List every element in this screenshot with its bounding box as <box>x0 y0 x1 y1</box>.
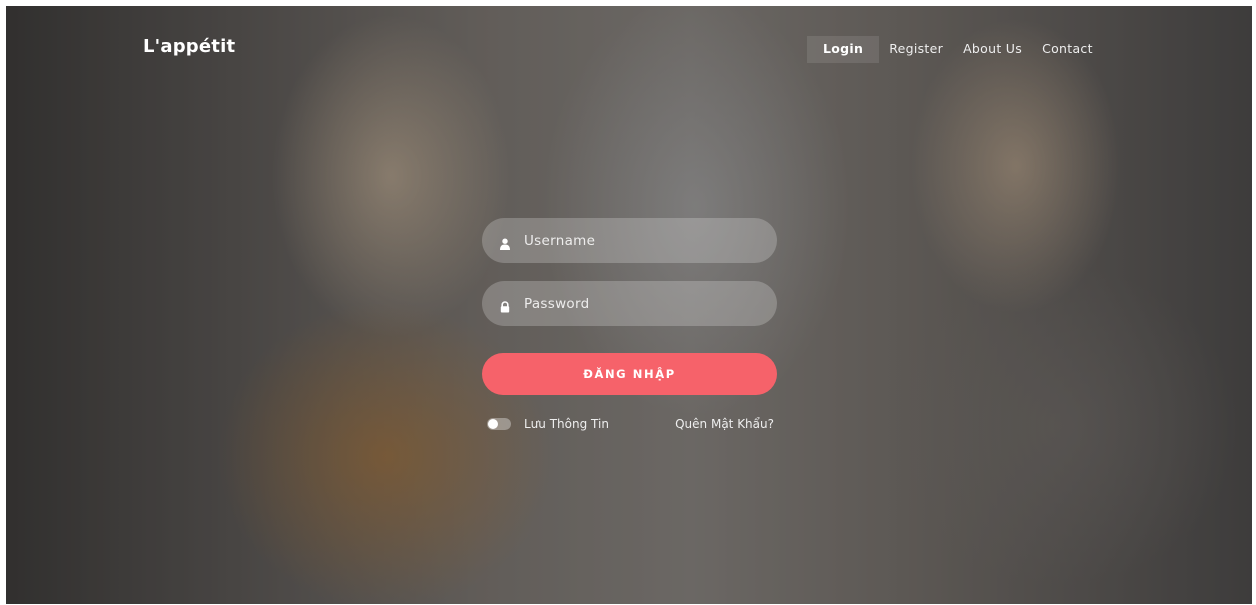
forgot-password-link[interactable]: Quên Mật Khẩu? <box>675 417 774 431</box>
toggle-knob <box>488 419 498 429</box>
remember-me[interactable]: Lưu Thông Tin <box>482 417 609 431</box>
login-button[interactable]: ĐĂNG NHẬP <box>482 353 777 395</box>
remember-toggle[interactable] <box>487 418 511 430</box>
nav-contact[interactable]: Contact <box>1032 36 1103 63</box>
lock-icon <box>499 298 511 312</box>
background-photo: L'appétit Login Register About Us Contac… <box>6 6 1252 604</box>
login-form: ĐĂNG NHẬP Lưu Thông Tin Quên Mật Khẩu? <box>482 218 777 431</box>
username-input[interactable] <box>524 232 754 249</box>
password-field[interactable] <box>482 281 777 326</box>
brand-logo[interactable]: L'appétit <box>143 36 235 57</box>
nav-about-us[interactable]: About Us <box>953 36 1032 63</box>
nav-register[interactable]: Register <box>879 36 953 63</box>
top-nav: Login Register About Us Contact <box>807 36 1103 63</box>
form-options: Lưu Thông Tin Quên Mật Khẩu? <box>482 417 777 431</box>
nav-login[interactable]: Login <box>807 36 880 63</box>
username-field[interactable] <box>482 218 777 263</box>
password-input[interactable] <box>524 295 754 312</box>
user-icon <box>499 235 511 250</box>
remember-label: Lưu Thông Tin <box>524 417 609 431</box>
